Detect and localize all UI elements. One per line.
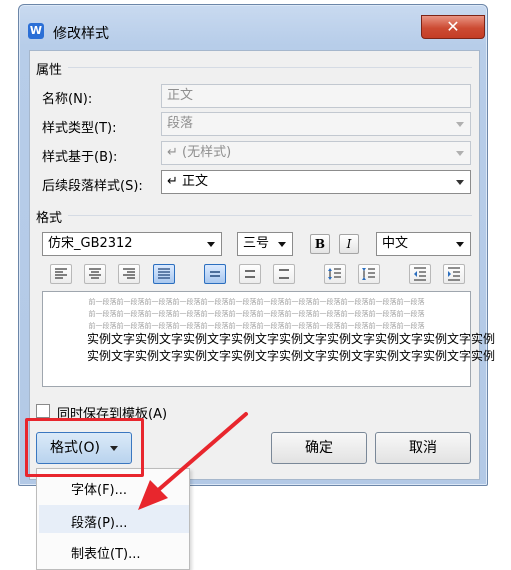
red-annotation-arrow: [138, 412, 248, 510]
